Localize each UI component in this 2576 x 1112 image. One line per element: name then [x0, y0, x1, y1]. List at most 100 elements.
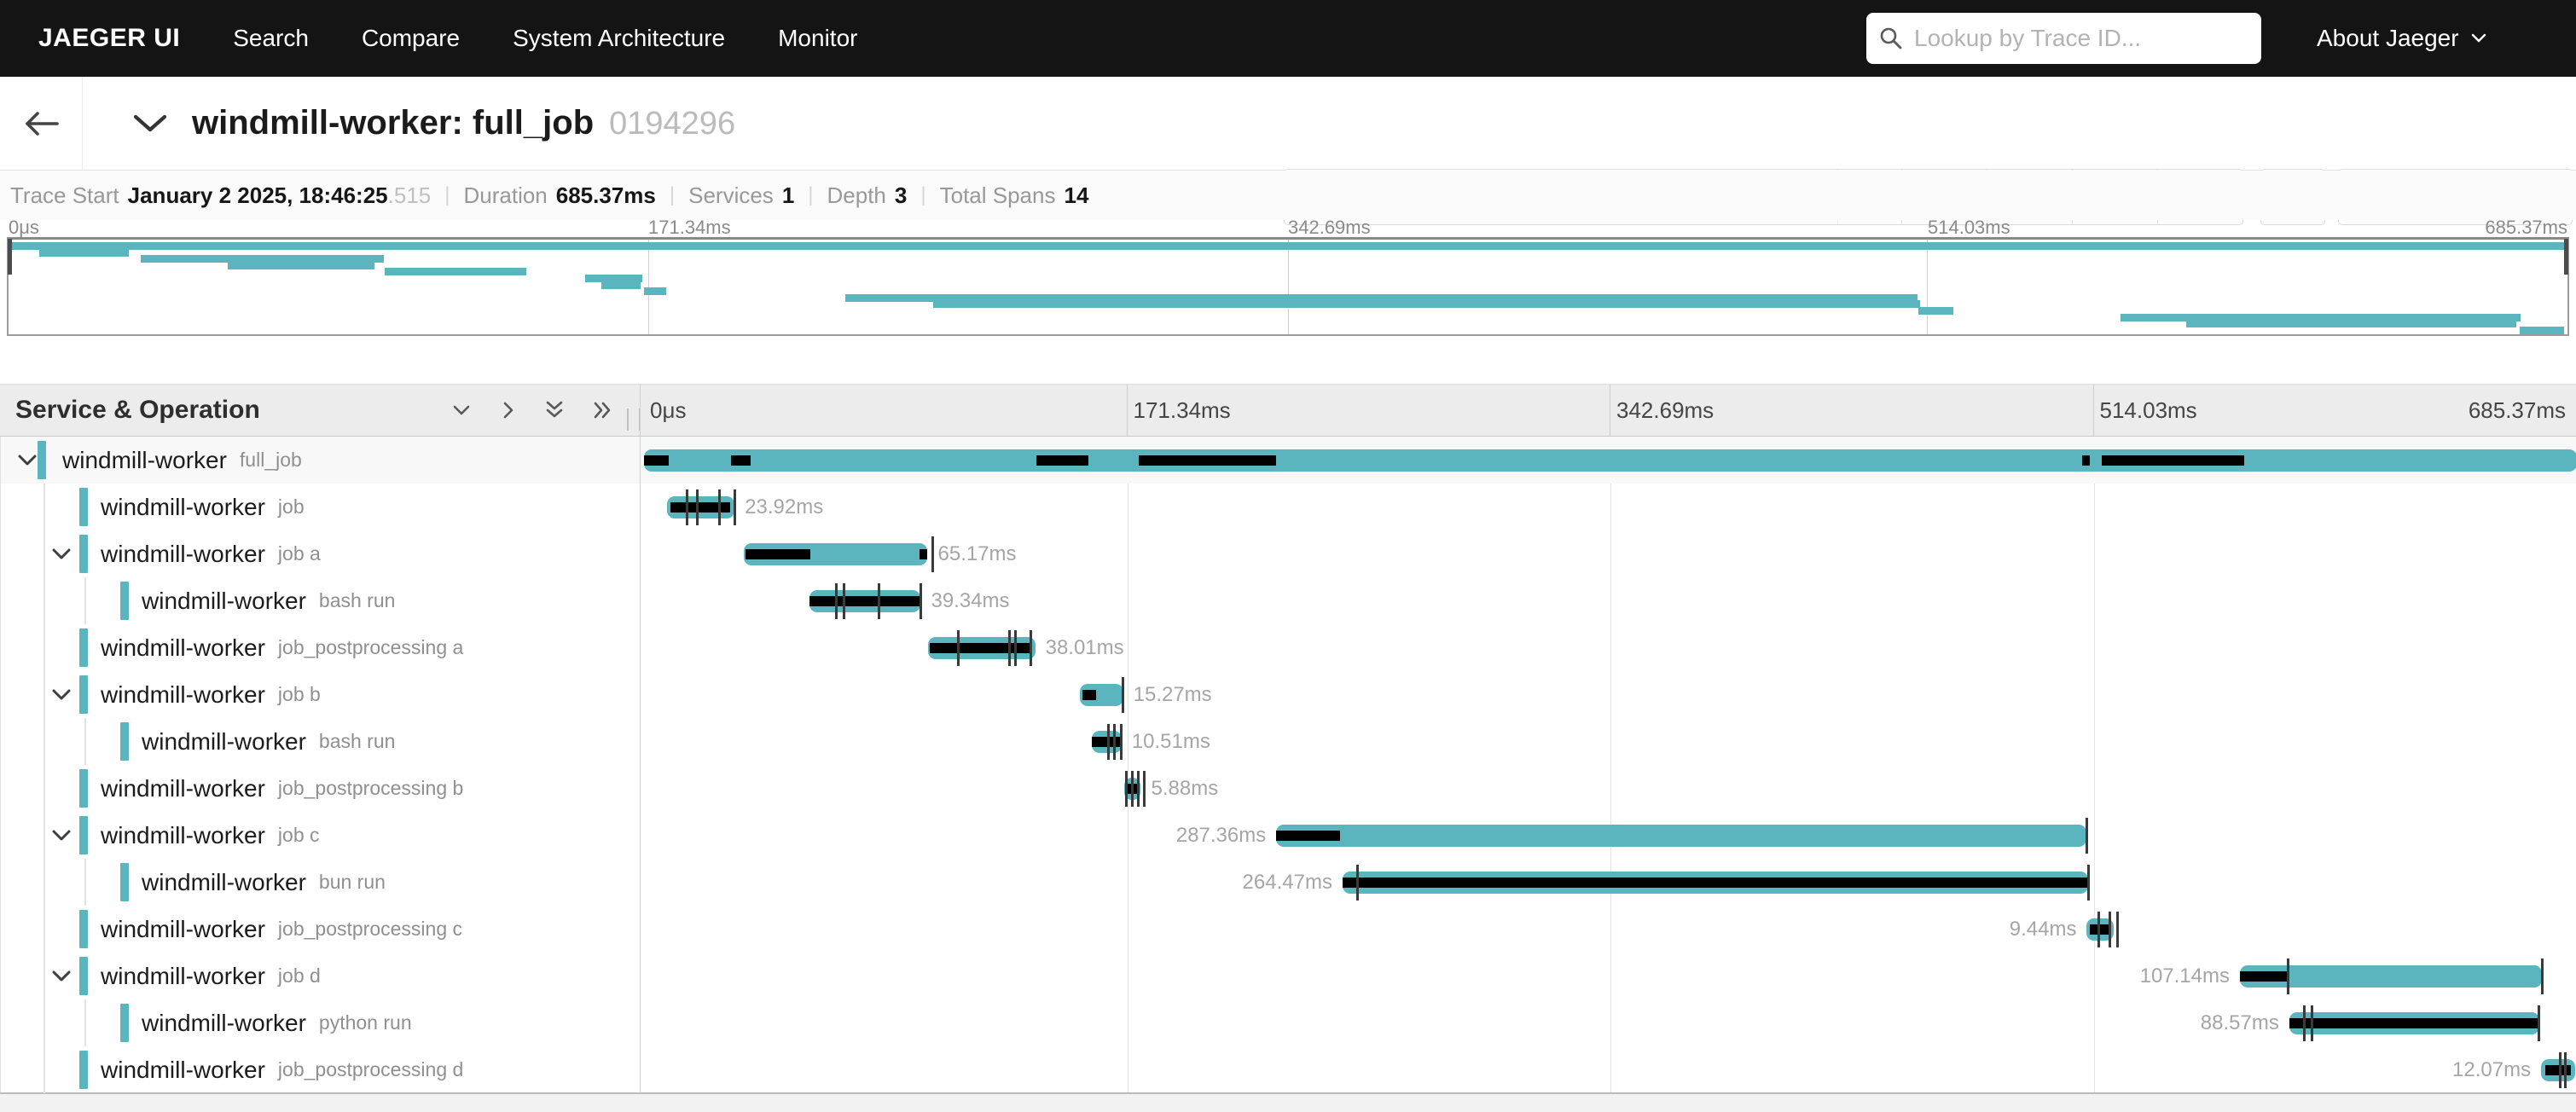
span-log-tick	[1107, 724, 1110, 760]
span-color-bar	[38, 441, 46, 479]
span-log-tick	[2097, 912, 2100, 947]
trace-info-item: Duration685.37ms	[463, 182, 655, 209]
chevron-down-icon[interactable]	[52, 830, 71, 842]
span-color-bar	[79, 910, 88, 948]
span-name: windmill-workerjob_postprocessing b	[101, 765, 463, 812]
span-duration-label: 23.92ms	[745, 484, 823, 530]
span-bar[interactable]	[644, 449, 2576, 472]
span-bar[interactable]	[1276, 825, 2086, 847]
trace-info-item: Services1	[688, 182, 794, 209]
span-log-band	[644, 455, 669, 466]
span-name: windmill-workerjob a	[101, 530, 321, 577]
span-row[interactable]: windmill-workerjob_postprocessing a38.01…	[1, 624, 2576, 671]
span-log-tick	[2086, 818, 2088, 854]
span-service-name: windmill-worker	[101, 775, 265, 802]
span-log-tick	[1131, 771, 1134, 807]
footer-strip	[0, 1093, 2576, 1112]
span-bar[interactable]	[1080, 684, 1123, 706]
collapse-trace-details-button[interactable]	[132, 77, 168, 170]
span-row[interactable]: windmill-workerpython run88.57ms	[1, 999, 2576, 1046]
indent-guide	[44, 624, 45, 671]
indent-guide	[84, 859, 86, 906]
span-log-band	[809, 596, 920, 606]
chevron-down-icon[interactable]	[18, 455, 37, 466]
column-resize-handle[interactable]	[627, 408, 641, 431]
chevron-down-icon[interactable]	[52, 970, 71, 982]
minimap-tick-label: 514.03ms	[1928, 217, 2010, 239]
span-bar[interactable]	[744, 543, 927, 565]
span-bar[interactable]	[2289, 1012, 2539, 1034]
app-logo[interactable]: JAEGER UI	[38, 24, 180, 53]
span-row[interactable]: windmill-workerbun run264.47ms	[1, 859, 2576, 906]
minimap-gridline	[1927, 240, 1928, 334]
indent-guide	[84, 718, 86, 765]
nav-item-monitor[interactable]: Monitor	[778, 25, 857, 52]
span-bar[interactable]	[928, 637, 1036, 659]
span-log-tick	[843, 583, 845, 619]
indent-guide	[44, 484, 45, 530]
span-row[interactable]: windmill-workerjob23.92ms	[1, 484, 2576, 530]
span-bar[interactable]	[809, 590, 920, 612]
span-log-tick	[2564, 1052, 2567, 1088]
span-duration-label: 88.57ms	[2201, 999, 2279, 1046]
expand-one-button[interactable]	[496, 398, 519, 422]
span-log-tick	[2538, 1005, 2540, 1041]
minimap-span-bar	[2520, 327, 2565, 334]
span-service-name: windmill-worker	[101, 822, 265, 849]
span-row[interactable]: windmill-workerbash run10.51ms	[1, 718, 2576, 765]
expand-all-button[interactable]	[589, 398, 613, 422]
info-separator: |	[808, 183, 813, 207]
nav-item-search[interactable]: Search	[233, 25, 309, 52]
trace-id-lookup-input[interactable]	[1912, 24, 2249, 53]
span-duration-label: 107.14ms	[2140, 953, 2230, 999]
span-log-tick	[1356, 865, 1359, 901]
span-log-tick	[1125, 771, 1128, 807]
timeline-minimap[interactable]	[7, 237, 2569, 336]
span-log-band	[2082, 455, 2090, 466]
span-log-tick	[2303, 1005, 2306, 1041]
span-row[interactable]: windmill-workerjob_postprocessing d12.07…	[1, 1046, 2576, 1093]
minimap-span-bar	[601, 281, 641, 289]
span-service-name: windmill-worker	[142, 1010, 306, 1037]
span-log-tick	[878, 583, 880, 619]
span-row[interactable]: windmill-workerjob_postprocessing b5.88m…	[1, 765, 2576, 812]
span-row[interactable]: windmill-workerbash run39.34ms	[1, 577, 2576, 624]
span-row[interactable]: windmill-workerjob c287.36ms	[1, 812, 2576, 859]
minimap-span-bar	[2186, 320, 2517, 327]
minimap-right-scrubber[interactable]	[2564, 239, 2568, 275]
span-bar[interactable]	[1343, 872, 2088, 894]
about-jaeger-menu[interactable]: About Jaeger	[2317, 0, 2486, 77]
double-chevron-down-icon	[542, 398, 566, 422]
span-row[interactable]: windmill-workerjob b15.27ms	[1, 671, 2576, 718]
span-operation-name: job_postprocessing d	[278, 1058, 463, 1081]
span-row[interactable]: windmill-workerfull_job	[1, 437, 2576, 484]
chevron-down-icon[interactable]	[52, 548, 71, 560]
span-bar[interactable]	[2240, 965, 2542, 987]
indent-guide	[44, 671, 45, 718]
collapse-all-button[interactable]	[542, 398, 566, 422]
span-bar[interactable]	[667, 496, 734, 518]
back-button[interactable]	[0, 77, 83, 170]
span-color-bar	[120, 582, 129, 620]
span-row[interactable]: windmill-workerjob_postprocessing c9.44m…	[1, 906, 2576, 953]
span-color-bar	[120, 863, 129, 901]
minimap-span-bar	[9, 242, 2567, 250]
span-row[interactable]: windmill-workerjob a65.17ms	[1, 530, 2576, 577]
indent-guide	[44, 1046, 45, 1093]
span-name: windmill-workerjob d	[101, 953, 321, 999]
span-operation-name: job	[278, 495, 305, 518]
minimap-span-bar	[1918, 307, 1953, 315]
nav-item-compare[interactable]: Compare	[362, 25, 460, 52]
span-color-bar	[79, 1051, 88, 1089]
span-color-bar	[79, 769, 88, 808]
panel-divider[interactable]	[640, 384, 641, 1093]
collapse-one-button[interactable]	[450, 398, 473, 422]
service-operation-header: Service & Operation	[15, 385, 260, 436]
minimap-left-scrubber[interactable]	[8, 239, 12, 275]
chevron-down-icon[interactable]	[52, 689, 71, 701]
timeline-tick-label: 342.69ms	[1616, 385, 1714, 436]
nav-item-system-architecture[interactable]: System Architecture	[513, 25, 725, 52]
span-log-tick	[957, 630, 960, 666]
span-row[interactable]: windmill-workerjob d 107.14ms	[1, 953, 2576, 999]
span-log-tick	[1137, 771, 1140, 807]
